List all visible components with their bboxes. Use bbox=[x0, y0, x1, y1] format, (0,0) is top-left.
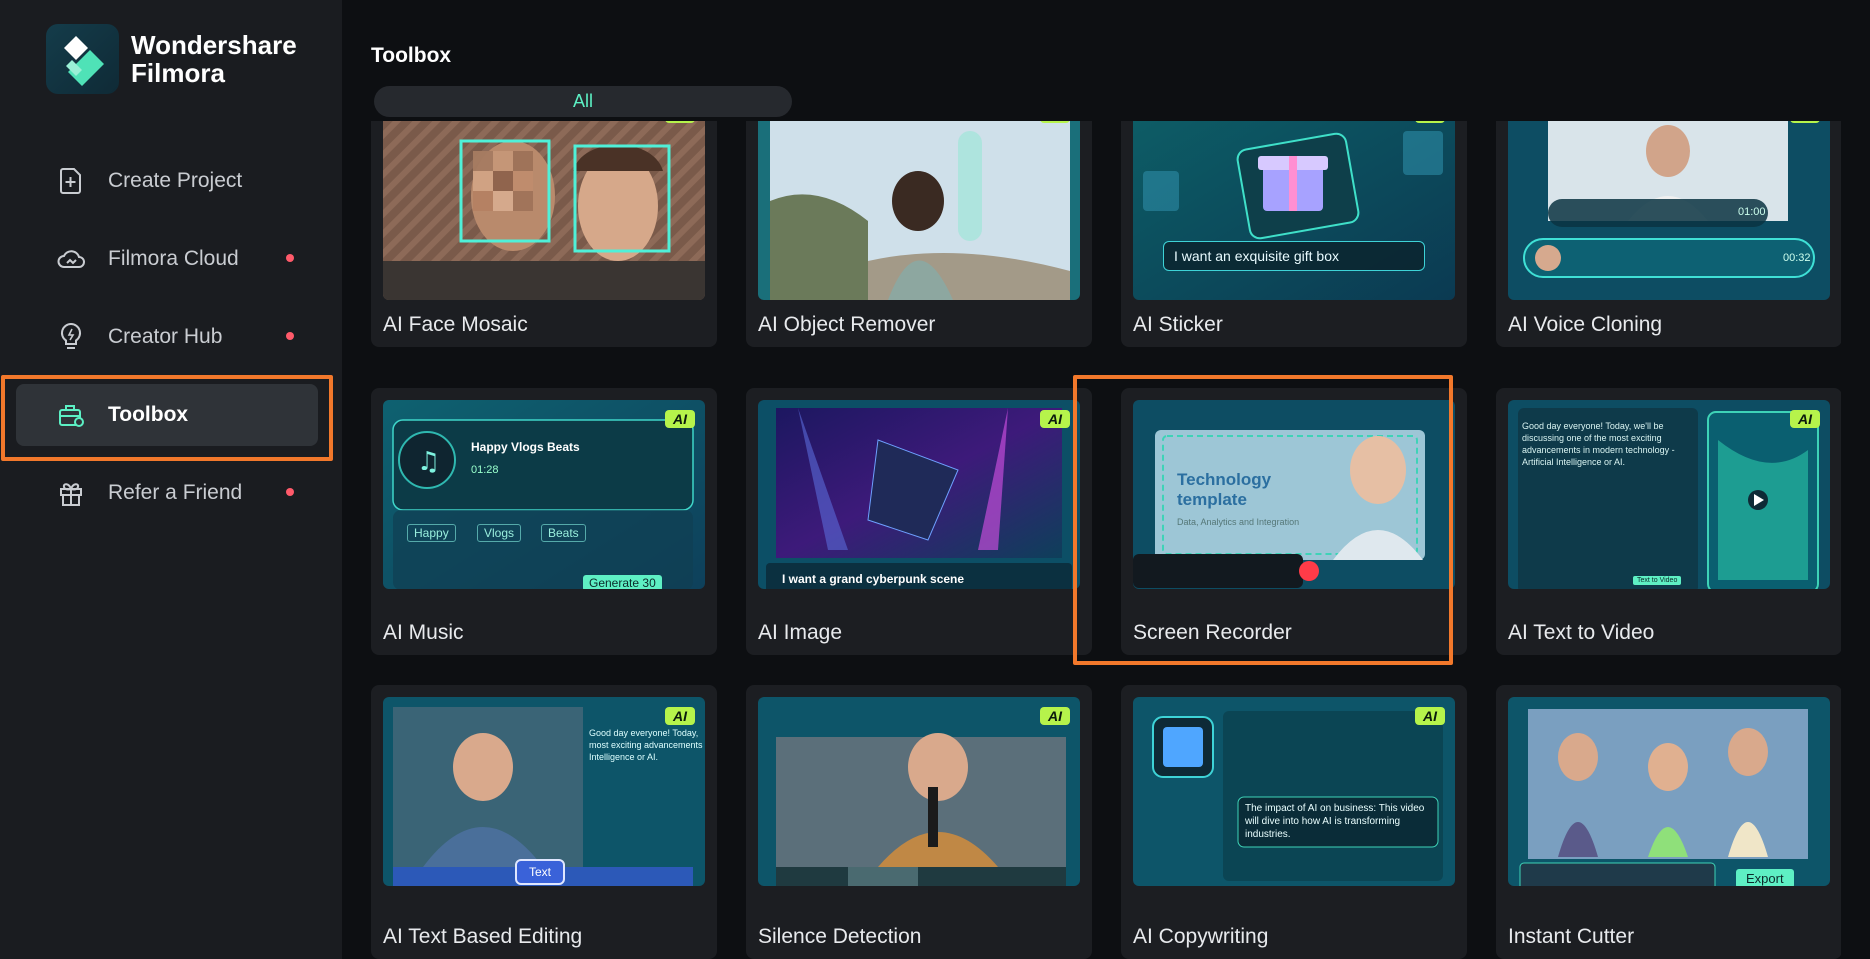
prompt-text: I want a grand cyberpunk scene bbox=[782, 572, 965, 586]
tool-card-ai-copywriting[interactable]: The impact of AI on business: This video… bbox=[1121, 685, 1467, 959]
filter-tab-all[interactable]: All bbox=[374, 86, 792, 117]
page-title: Toolbox bbox=[371, 44, 452, 67]
prompt-text: I want an exquisite gift box bbox=[1163, 241, 1425, 271]
tool-thumbnail: Good day everyone! Today, most exciting … bbox=[383, 697, 705, 886]
app-name-line1: Wondershare bbox=[131, 30, 297, 60]
tools-grid: AI AI Face Mosaic AI bbox=[371, 121, 1841, 959]
tool-card-instant-cutter[interactable]: Export Instant Cutter bbox=[1496, 685, 1841, 959]
tool-card-ai-voice-cloning[interactable]: 01:00 00:32 AI AI Voice Cloning bbox=[1496, 121, 1841, 347]
tool-name: AI Copywriting bbox=[1133, 925, 1269, 948]
tool-name: AI Face Mosaic bbox=[383, 313, 528, 336]
script-text: Good day everyone! Today, we'll be discu… bbox=[1522, 421, 1675, 467]
tool-card-screen-recorder[interactable]: Technology template Data, Analytics and … bbox=[1121, 388, 1467, 655]
sidebar: Wondershare Filmora Create Project Filmo… bbox=[0, 0, 342, 959]
tool-card-ai-music[interactable]: ♫ Happy Vlogs Beats 01:28 Happy Vlogs Be… bbox=[371, 388, 717, 655]
tool-card-ai-sticker[interactable]: I want an exquisite gift box AI AI Stick… bbox=[1121, 121, 1467, 347]
text-to-video-chip: Text to Video bbox=[1633, 576, 1682, 585]
sidebar-item-label: Create Project bbox=[108, 169, 243, 192]
ai-badge: AI bbox=[665, 121, 695, 123]
tool-name: AI Music bbox=[383, 621, 464, 644]
tool-name: AI Voice Cloning bbox=[1508, 313, 1663, 336]
song-duration: 01:28 bbox=[471, 464, 499, 476]
sidebar-item-toolbox[interactable]: Toolbox bbox=[16, 384, 318, 446]
tool-name: AI Text to Video bbox=[1508, 621, 1655, 644]
tool-thumbnail: AI bbox=[758, 697, 1080, 886]
sidebar-nav: Create Project Filmora Cloud Creator Hub bbox=[16, 150, 318, 540]
tool-thumbnail: Good day everyone! Today, we'll be discu… bbox=[1508, 400, 1830, 589]
music-tag: Happy bbox=[407, 524, 456, 542]
tool-thumbnail: I want a grand cyberpunk scene AI bbox=[758, 400, 1080, 589]
export-chip: Export bbox=[1736, 869, 1794, 886]
app-logo: Wondershare Filmora bbox=[46, 24, 297, 94]
tool-name: AI Object Remover bbox=[758, 313, 936, 336]
svg-text:♫: ♫ bbox=[417, 447, 440, 477]
app-name: Wondershare Filmora bbox=[131, 31, 297, 87]
ai-badge: AI bbox=[1415, 121, 1445, 123]
create-project-icon bbox=[56, 166, 86, 196]
copy-text: The impact of AI on business: This video… bbox=[1245, 803, 1425, 840]
tool-card-ai-text-to-video[interactable]: Good day everyone! Today, we'll be discu… bbox=[1496, 388, 1841, 655]
sidebar-item-label: Creator Hub bbox=[108, 325, 223, 348]
toolbox-main: Toolbox All AI Face Mosaic AI Object Rem… bbox=[342, 0, 1870, 959]
filmora-logo-icon bbox=[46, 24, 119, 94]
ai-badge: AI bbox=[1040, 707, 1070, 725]
notification-dot bbox=[286, 488, 294, 496]
music-tag: Beats bbox=[541, 524, 586, 542]
music-tag: Vlogs bbox=[477, 524, 522, 542]
sidebar-item-creator-hub[interactable]: Creator Hub bbox=[16, 306, 318, 368]
transcript-text: Good day everyone! Today, most exciting … bbox=[589, 728, 703, 762]
tool-thumbnail: Export bbox=[1508, 697, 1830, 886]
gift-icon bbox=[56, 478, 86, 508]
app-name-line2: Filmora bbox=[131, 58, 225, 88]
ai-badge: AI bbox=[1790, 410, 1820, 428]
sidebar-item-filmora-cloud[interactable]: Filmora Cloud bbox=[16, 228, 318, 290]
tool-card-silence-detection[interactable]: AI Silence Detection bbox=[746, 685, 1092, 959]
tool-thumbnail: I want an exquisite gift box AI bbox=[1133, 121, 1455, 300]
ai-badge: AI bbox=[665, 707, 695, 725]
notification-dot bbox=[286, 254, 294, 262]
ai-badge: AI bbox=[1415, 707, 1445, 725]
song-title: Happy Vlogs Beats bbox=[471, 440, 580, 454]
tool-card-ai-object-remover[interactable]: AI AI Object Remover bbox=[746, 121, 1092, 347]
notification-dot bbox=[286, 332, 294, 340]
tool-thumbnail: Technology template Data, Analytics and … bbox=[1133, 400, 1455, 589]
tool-thumbnail: The impact of AI on business: This video… bbox=[1133, 697, 1455, 886]
ai-badge: AI bbox=[1790, 121, 1820, 123]
slide-subtitle: Data, Analytics and Integration bbox=[1177, 517, 1300, 527]
sidebar-item-label: Toolbox bbox=[108, 403, 189, 426]
sidebar-item-create-project[interactable]: Create Project bbox=[16, 150, 318, 212]
tool-name: Instant Cutter bbox=[1508, 925, 1635, 948]
tool-name: Screen Recorder bbox=[1133, 621, 1292, 644]
cloud-icon bbox=[56, 244, 86, 274]
tool-thumbnail: AI bbox=[383, 121, 705, 300]
voice-time-1: 01:00 bbox=[1738, 206, 1766, 218]
sidebar-item-refer-a-friend[interactable]: Refer a Friend bbox=[16, 462, 318, 524]
sidebar-item-label: Refer a Friend bbox=[108, 481, 243, 504]
tool-name: AI Image bbox=[758, 621, 843, 644]
tool-card-ai-face-mosaic[interactable]: AI AI Face Mosaic bbox=[371, 121, 717, 347]
tool-name: AI Text Based Editing bbox=[383, 925, 583, 948]
tool-name: AI Sticker bbox=[1133, 313, 1223, 336]
generate-label: Generate bbox=[589, 576, 640, 589]
tool-thumbnail: 01:00 00:32 AI bbox=[1508, 121, 1830, 300]
tool-name: Silence Detection bbox=[758, 925, 922, 948]
credits-count: 30 bbox=[642, 576, 656, 589]
tool-thumbnail: AI bbox=[758, 121, 1080, 300]
ai-badge: AI bbox=[665, 410, 695, 428]
tool-card-ai-text-based-editing[interactable]: Good day everyone! Today, most exciting … bbox=[371, 685, 717, 959]
text-chip: Text bbox=[515, 859, 566, 885]
ai-badge: AI bbox=[1040, 121, 1070, 123]
generate-button-preview: Generate 30 bbox=[583, 575, 662, 589]
filmora-app: Wondershare Filmora Create Project Filmo… bbox=[0, 0, 1870, 959]
tool-card-ai-image[interactable]: I want a grand cyberpunk scene AI AI Ima… bbox=[746, 388, 1092, 655]
slide-title: Technology template bbox=[1177, 470, 1272, 509]
ai-badge: AI bbox=[1040, 410, 1070, 428]
sidebar-item-label: Filmora Cloud bbox=[108, 247, 239, 270]
voice-time-2: 00:32 bbox=[1783, 252, 1811, 264]
bulb-icon bbox=[56, 322, 86, 352]
toolbox-icon bbox=[56, 400, 86, 430]
tool-thumbnail: ♫ Happy Vlogs Beats 01:28 Happy Vlogs Be… bbox=[383, 400, 705, 589]
